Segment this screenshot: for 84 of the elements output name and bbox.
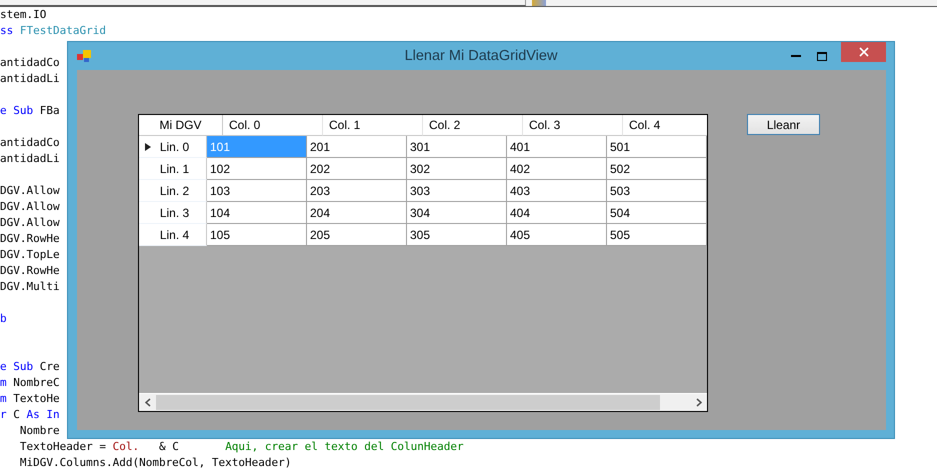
table-cell[interactable]: 504 [607,202,707,224]
code-text: e Sub [0,103,34,119]
table-cell[interactable]: 203 [307,180,407,202]
table-cell[interactable]: 301 [407,136,507,158]
table-cell[interactable]: 502 [607,158,707,180]
code-text: antidadCo [0,55,60,71]
column-header[interactable]: Col. 1 [323,115,423,136]
table-cell[interactable]: 105 [207,224,307,246]
row-header[interactable]: Lin. 1 [139,158,207,180]
table-cell[interactable]: 202 [307,158,407,180]
code-text: m [0,375,8,391]
code-text: NombreC [13,375,60,391]
table-cell[interactable]: 401 [507,136,607,158]
row-header[interactable]: Lin. 4 [139,224,207,246]
code-text: DGV.Allow [0,183,60,199]
declarations-icon [532,0,546,6]
table-cell[interactable]: 103 [207,180,307,202]
table-cell[interactable]: 503 [607,180,707,202]
table-cell[interactable]: 405 [507,224,607,246]
code-text: C [13,407,21,423]
scroll-right-icon[interactable] [696,398,702,407]
code-text: Col. [112,439,140,455]
table-cell[interactable]: 204 [307,202,407,224]
code-text: b [0,311,7,327]
table-cell[interactable]: 304 [407,202,507,224]
horizontal-scrollbar[interactable] [139,393,707,411]
row-header[interactable]: Lin. 3 [139,202,207,224]
code-text: Cre [40,359,60,375]
table-cell[interactable]: 402 [507,158,607,180]
row-label: Lin. 2 [158,184,190,198]
row-label: Lin. 0 [158,140,190,154]
code-text: DGV.TopLe [0,247,60,263]
row-header[interactable]: Lin. 2 [139,180,207,202]
table-cell[interactable]: 303 [407,180,507,202]
code-text: antidadCo [0,135,60,151]
table-cell[interactable]: 104 [207,202,307,224]
table-cell[interactable]: 201 [307,136,407,158]
code-text: r [0,407,8,423]
corner-header: Mi DGV [139,115,223,136]
code-text: DGV.Allow [0,215,60,231]
code-text: TextoHe [13,391,60,407]
code-text: DGV.RowHe [0,263,60,279]
close-icon [858,47,868,57]
scroll-left-icon[interactable] [144,398,150,407]
code-text: antidadLi [0,151,60,167]
table-cell[interactable]: 205 [307,224,407,246]
code-text: stem.IO [0,7,46,23]
table-cell[interactable]: 403 [507,180,607,202]
code-text: FBa [40,103,60,119]
row-label: Lin. 1 [158,162,190,176]
close-button[interactable] [841,42,886,62]
table-cell[interactable]: 505 [607,224,707,246]
table-cell[interactable]: 404 [507,202,607,224]
code-text: m [0,391,8,407]
app-icon [77,50,91,62]
code-text: Nombre [18,423,60,439]
table-cell[interactable]: 305 [407,224,507,246]
row-label: Lin. 4 [158,228,190,242]
fill-button[interactable]: Lleanr [747,114,820,135]
code-text: DGV.Multi [0,279,60,295]
maximize-icon [817,52,827,60]
code-text: & C [158,439,180,455]
table-cell[interactable]: 302 [407,158,507,180]
minimize-icon [791,55,801,57]
code-text: ss [0,23,14,39]
code-text: e Sub [0,359,34,375]
code-text: As In [26,407,60,423]
window-title: Llenar Mi DataGridView [404,48,558,64]
column-header[interactable]: Col. 4 [623,115,707,136]
code-text: FTestDataGrid [20,23,106,39]
code-text: Aqui, crear el texto del ColunHeader [225,439,464,455]
row-header[interactable]: Lin. 0 [139,136,207,158]
code-text: DGV.Allow [0,199,60,215]
code-text: TextoHeader = [18,439,107,455]
code-text: MiDGV.Columns.Add(NombreCol, TextoHeader) [18,455,292,471]
column-header[interactable]: Col. 2 [423,115,523,136]
code-text: antidadLi [0,71,60,87]
current-row-icon [145,143,151,151]
table-cell[interactable]: 102 [207,158,307,180]
table-cell[interactable]: 501 [607,136,707,158]
column-header[interactable]: Col. 0 [223,115,323,136]
row-label: Lin. 3 [158,206,190,220]
column-header[interactable]: Col. 3 [523,115,623,136]
code-text: DGV.RowHe [0,231,60,247]
